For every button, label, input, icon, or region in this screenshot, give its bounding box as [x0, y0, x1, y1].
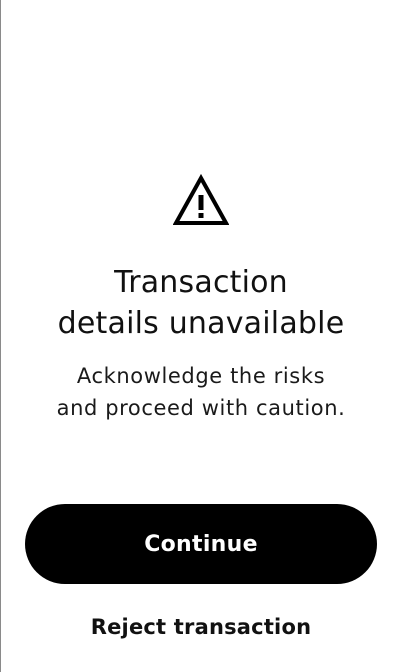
title-line-1: Transaction — [114, 265, 288, 300]
reject-transaction-button[interactable]: Reject transaction — [1, 610, 400, 644]
message-line-2: and proceed with caution. — [56, 396, 346, 420]
warning-message: Acknowledge the risks and proceed with c… — [1, 360, 400, 424]
message-line-1: Acknowledge the risks — [76, 364, 326, 388]
continue-button[interactable]: Continue — [25, 504, 377, 584]
title-line-2: details unavailable — [57, 306, 345, 341]
screen: Transaction details unavailable Acknowle… — [0, 0, 400, 672]
page-title: Transaction details unavailable — [1, 262, 400, 344]
warning-triangle-icon — [172, 173, 230, 226]
